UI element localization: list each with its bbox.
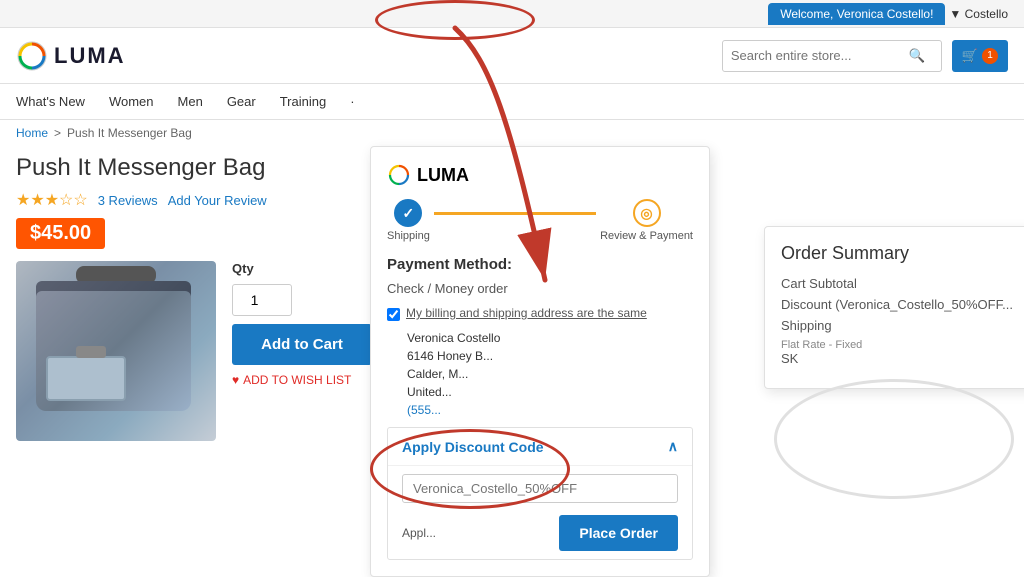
main-nav: What's New Women Men Gear Training · bbox=[0, 84, 1024, 120]
summary-sk-row: SK bbox=[781, 351, 1024, 366]
step-shipping-circle: ✓ bbox=[394, 199, 422, 227]
cart-count: 1 bbox=[982, 48, 998, 64]
address-city: Calder, M... bbox=[407, 365, 693, 383]
step-payment: ◎ Review & Payment bbox=[600, 199, 693, 242]
payment-method-title: Payment Method: bbox=[387, 256, 693, 273]
add-to-cart-button[interactable]: Add to Cart bbox=[232, 324, 372, 365]
wishlist-label: ADD TO WISH LIST bbox=[243, 373, 351, 387]
product-details: Qty Add to Cart ♥ ADD TO WISH LIST bbox=[232, 261, 372, 387]
top-bar: Welcome, Veronica Costello! ▼ Costello bbox=[0, 0, 1024, 28]
account-dropdown[interactable]: ▼ Costello bbox=[949, 7, 1008, 21]
shipping-label: Shipping bbox=[781, 318, 832, 333]
checkout-luma-icon bbox=[387, 163, 411, 187]
step-payment-circle: ◎ bbox=[633, 199, 661, 227]
heart-icon: ♥ bbox=[232, 373, 239, 387]
checkout-panel: LUMA ✓ Shipping ◎ Review & Payment Payme… bbox=[370, 146, 710, 577]
nav-more[interactable]: · bbox=[350, 86, 354, 117]
nav-gear[interactable]: Gear bbox=[227, 86, 256, 117]
rating-row: ★★★☆☆ 3 Reviews Add Your Review bbox=[16, 190, 396, 210]
product-section: Push It Messenger Bag ★★★☆☆ 3 Reviews Ad… bbox=[16, 146, 396, 441]
nav-men[interactable]: Men bbox=[178, 86, 203, 117]
product-stars: ★★★☆☆ bbox=[16, 190, 88, 210]
nav-women[interactable]: Women bbox=[109, 86, 154, 117]
checkout-steps: ✓ Shipping ◎ Review & Payment bbox=[387, 199, 693, 242]
order-summary-panel: Order Summary Cart Subtotal Discount (Ve… bbox=[764, 226, 1024, 389]
step-line bbox=[434, 212, 596, 215]
add-review-link[interactable]: Add Your Review bbox=[168, 193, 267, 208]
address-street: 6146 Honey B... bbox=[407, 347, 693, 365]
discount-row-label: Discount (Veronica_Costello_50%OFF... bbox=[781, 297, 1013, 312]
breadcrumb-current: Push It Messenger Bag bbox=[67, 126, 192, 140]
search-bar[interactable]: 🔍 bbox=[722, 40, 942, 72]
address-country: United... bbox=[407, 383, 693, 401]
step-shipping-label: Shipping bbox=[387, 230, 430, 242]
billing-check-row: My billing and shipping address are the … bbox=[387, 306, 693, 321]
reviews-link[interactable]: 3 Reviews bbox=[98, 193, 158, 208]
summary-discount-row: Discount (Veronica_Costello_50%OFF... bbox=[781, 297, 1024, 312]
step-shipping: ✓ Shipping bbox=[387, 199, 430, 242]
welcome-message: Welcome, Veronica Costello! bbox=[768, 3, 945, 25]
breadcrumb-home[interactable]: Home bbox=[16, 126, 48, 140]
address-name: Veronica Costello bbox=[407, 329, 693, 347]
search-input[interactable] bbox=[723, 44, 903, 67]
bag-pocket bbox=[46, 356, 126, 401]
billing-checkbox-label: My billing and shipping address are the … bbox=[406, 306, 647, 320]
main-content: Push It Messenger Bag ★★★☆☆ 3 Reviews Ad… bbox=[0, 146, 1024, 441]
logo-text: LUMA bbox=[54, 43, 126, 69]
apply-label: Appl... bbox=[402, 526, 436, 540]
search-button[interactable]: 🔍 bbox=[903, 44, 932, 68]
discount-header[interactable]: Apply Discount Code ∧ bbox=[388, 428, 692, 465]
checkout-logo-text: LUMA bbox=[417, 165, 469, 186]
discount-section: Apply Discount Code ∧ Appl... Place Orde… bbox=[387, 427, 693, 560]
site-header: LUMA 🔍 🛒 1 bbox=[0, 28, 1024, 84]
nav-training[interactable]: Training bbox=[280, 86, 326, 117]
nav-whats-new[interactable]: What's New bbox=[16, 86, 85, 117]
billing-checkbox[interactable] bbox=[387, 308, 400, 321]
luma-logo-icon bbox=[16, 40, 48, 72]
payment-option: Check / Money order bbox=[387, 281, 693, 296]
cart-button[interactable]: 🛒 1 bbox=[952, 40, 1008, 72]
product-title: Push It Messenger Bag bbox=[16, 154, 396, 182]
place-order-button[interactable]: Place Order bbox=[559, 515, 678, 551]
wishlist-link[interactable]: ♥ ADD TO WISH LIST bbox=[232, 373, 372, 387]
summary-subtotal-row: Cart Subtotal bbox=[781, 276, 1024, 291]
shipping-detail: Flat Rate - Fixed bbox=[781, 339, 1024, 351]
product-price: $45.00 bbox=[16, 218, 105, 249]
product-image-area: Qty Add to Cart ♥ ADD TO WISH LIST bbox=[16, 261, 396, 441]
subtotal-label: Cart Subtotal bbox=[781, 276, 857, 291]
qty-label: Qty bbox=[232, 261, 372, 276]
checkout-logo: LUMA bbox=[387, 163, 693, 187]
product-image bbox=[16, 261, 216, 441]
breadcrumb: Home > Push It Messenger Bag bbox=[0, 120, 1024, 146]
breadcrumb-separator: > bbox=[54, 126, 61, 140]
discount-input-row bbox=[388, 465, 692, 511]
order-summary-title: Order Summary bbox=[781, 243, 1024, 264]
address-block: Veronica Costello 6146 Honey B... Calder… bbox=[407, 329, 693, 419]
sk-label: SK bbox=[781, 351, 798, 366]
bag-buckle bbox=[76, 346, 106, 358]
site-logo[interactable]: LUMA bbox=[16, 40, 126, 72]
chevron-up-icon: ∧ bbox=[668, 438, 678, 455]
discount-code-input[interactable] bbox=[402, 474, 678, 503]
summary-shipping-row: Shipping bbox=[781, 318, 1024, 333]
address-phone: (555... bbox=[407, 401, 693, 419]
discount-label: Apply Discount Code bbox=[402, 439, 544, 455]
step-payment-label: Review & Payment bbox=[600, 230, 693, 242]
qty-input[interactable] bbox=[232, 284, 292, 316]
